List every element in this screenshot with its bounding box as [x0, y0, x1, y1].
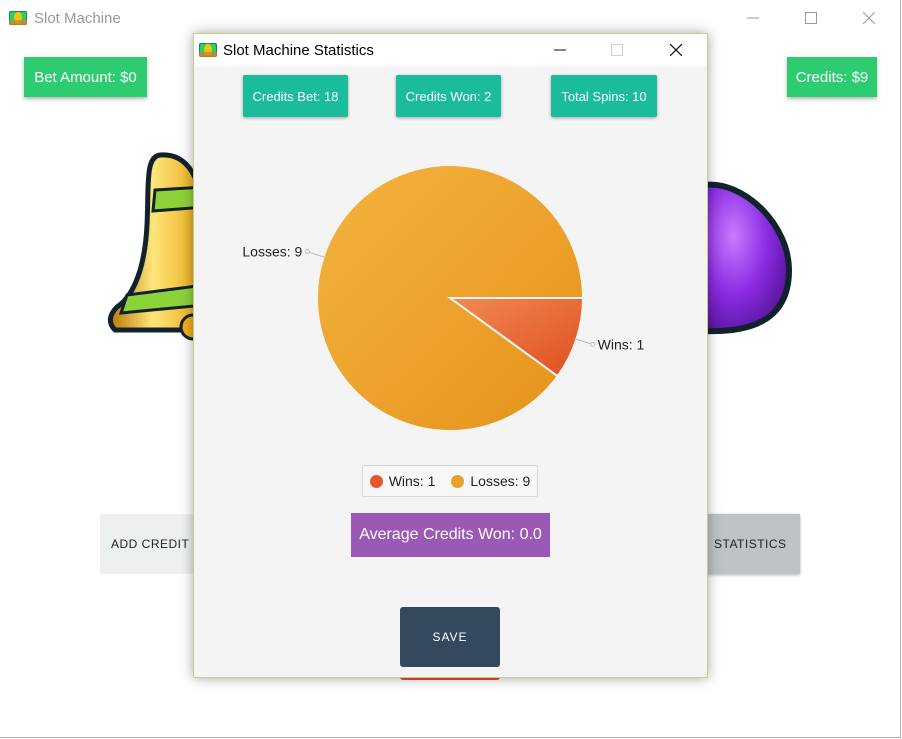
average-credits-won: Average Credits Won: 0.0 — [351, 513, 550, 557]
main-window-title: Slot Machine — [34, 10, 121, 27]
add-credit-button[interactable]: ADD CREDIT — [100, 514, 200, 574]
bet-amount-display: Bet Amount: $0 — [24, 57, 147, 97]
close-icon — [863, 12, 875, 24]
dialog-minimize-button[interactable] — [537, 36, 583, 64]
legend-item-wins: Wins: 1 — [369, 473, 436, 489]
plum-reel-icon — [704, 181, 793, 335]
bell-reel-icon — [107, 152, 205, 341]
credits-display: Credits: $9 — [787, 57, 877, 97]
main-titlebar: Slot Machine — [0, 0, 900, 36]
dialog-titlebar: Slot Machine Statistics — [194, 34, 707, 66]
close-button[interactable] — [846, 4, 892, 32]
maximize-icon — [611, 44, 623, 56]
minimize-icon — [747, 17, 759, 19]
total-spins-badge: Total Spins: 10 — [551, 75, 657, 117]
pie-slice-losses — [316, 164, 585, 432]
legend-swatch-wins — [369, 474, 383, 488]
pie-leader-dot-wins — [590, 341, 596, 347]
legend-item-losses: Losses: 9 — [451, 473, 530, 489]
maximize-icon — [805, 12, 817, 24]
close-icon — [670, 44, 682, 56]
statistics-dialog: Slot Machine Statistics Credits Bet: 18 … — [193, 33, 708, 678]
dialog-close-button[interactable] — [653, 36, 699, 64]
dialog-title: Slot Machine Statistics — [223, 42, 374, 59]
app-icon — [9, 11, 27, 25]
pie-leader-line-losses — [307, 251, 326, 258]
statistics-button[interactable]: STATISTICS — [700, 514, 800, 574]
maximize-button[interactable] — [788, 4, 834, 32]
pie-leader-dot-losses — [304, 249, 310, 255]
minimize-icon — [554, 49, 566, 51]
save-button[interactable]: SAVE — [400, 607, 500, 667]
legend-label-losses: Losses: 9 — [470, 473, 531, 489]
chart-legend: Wins: 1 Losses: 9 — [362, 465, 538, 497]
minimize-button[interactable] — [730, 4, 776, 32]
credits-bet-badge: Credits Bet: 18 — [243, 75, 348, 117]
legend-swatch-losses — [451, 474, 465, 488]
pie-leader-line-wins — [574, 338, 593, 345]
dialog-maximize-button[interactable] — [594, 36, 640, 64]
dialog-app-icon — [199, 43, 217, 57]
credits-won-badge: Credits Won: 2 — [396, 75, 501, 117]
wins-losses-pie-chart: Wins: 1 Losses: 9 — [242, 164, 645, 432]
legend-label-wins: Wins: 1 — [388, 473, 436, 489]
pie-label-losses: Losses: 9 — [242, 244, 302, 260]
pie-label-wins: Wins: 1 — [598, 336, 645, 352]
